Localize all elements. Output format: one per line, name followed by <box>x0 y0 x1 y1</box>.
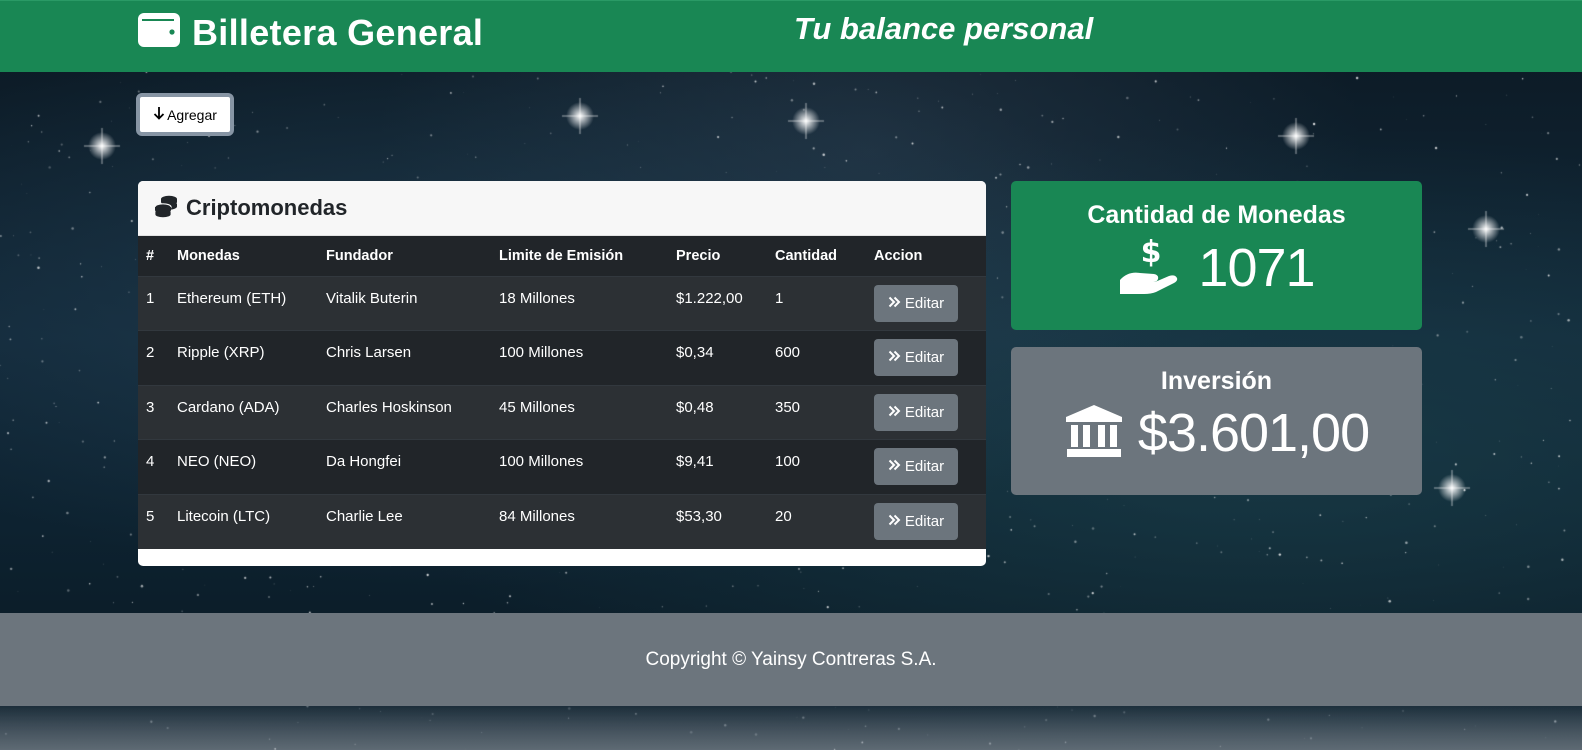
row-founder: Vitalik Buterin <box>326 289 418 307</box>
crypto-table: # Monedas Fundador Limite de Emisión Pre… <box>138 236 986 549</box>
bank-icon <box>1064 403 1124 464</box>
row-founder: Chris Larsen <box>326 344 412 361</box>
table-row: 5 Litecoin (LTC) Charlie Lee 84 Millones $53… <box>138 494 986 549</box>
table-row: 1 Ethereum (ETH) Vitalik Buterin 18 Millone… <box>138 276 986 331</box>
brand-title: Billetera General <box>192 11 484 53</box>
double-chevron-right-icon <box>888 458 901 475</box>
svg-text:$: $ <box>1141 236 1162 270</box>
row-num: 4 <box>146 453 155 470</box>
table-row: 2 Ripple (XRP) Chris Larsen 100 Millones $0,… <box>138 330 986 386</box>
edit-button[interactable]: Editar <box>874 448 958 486</box>
edit-button[interactable]: Editar <box>874 393 958 431</box>
col-header-founder: Fundador <box>326 247 393 264</box>
row-coin: NEO (NEO) <box>177 453 257 470</box>
row-coin: Cardano (ADA) <box>177 398 280 416</box>
row-coin: Litecoin (LTC) <box>177 507 271 525</box>
edit-button[interactable]: Editar <box>874 503 958 540</box>
investment-value: $3.601,00 <box>1137 403 1370 463</box>
add-button-label: Agregar <box>167 106 217 123</box>
coin-count-card: Cantidad de Monedas $ 1071 <box>1011 181 1422 330</box>
coins-icon <box>154 194 178 223</box>
row-coin: Ethereum (ETH) <box>177 289 287 307</box>
hand-holding-dollar-icon: $ <box>1118 235 1184 299</box>
double-chevron-right-icon <box>888 349 901 366</box>
row-price: $0,48 <box>676 398 714 416</box>
edit-button-label: Editar <box>904 294 945 312</box>
edit-button[interactable]: Editar <box>874 284 958 322</box>
table-header-row: # Monedas Fundador Limite de Emisión Pre… <box>138 236 986 276</box>
row-num: 2 <box>146 344 155 361</box>
tagline: Tu balance personal <box>794 11 1094 46</box>
col-header-price: Precio <box>676 247 721 264</box>
row-action: Editar <box>866 440 986 495</box>
row-qty: 600 <box>775 344 801 361</box>
brand[interactable]: Billetera General <box>138 11 483 54</box>
row-limit: 45 Millones <box>499 398 575 416</box>
double-chevron-right-icon <box>888 295 901 312</box>
row-action: Editar <box>866 331 986 386</box>
double-chevron-right-icon <box>888 404 901 421</box>
coin-count-title: Cantidad de Monedas <box>1087 201 1346 229</box>
row-founder: Da Hongfei <box>326 453 402 470</box>
row-founder: Charlie Lee <box>326 507 403 525</box>
row-limit: 84 Millones <box>499 507 575 525</box>
row-qty: 20 <box>775 507 792 525</box>
top-navbar: Billetera General Tu balance personal <box>0 0 1582 72</box>
row-qty: 1 <box>775 289 784 307</box>
edit-button[interactable]: Editar <box>874 339 958 377</box>
investment-title: Inversión <box>1160 367 1273 395</box>
row-founder: Charles Hoskinson <box>326 398 452 416</box>
col-header-coin: Monedas <box>177 247 240 264</box>
row-price: $9,41 <box>676 453 714 470</box>
row-limit: 18 Millones <box>499 289 575 307</box>
col-header-num: # <box>146 247 155 264</box>
row-coin: Ripple (XRP) <box>177 344 265 361</box>
edit-button-label: Editar <box>904 349 945 367</box>
row-limit: 100 Millones <box>499 344 584 361</box>
edit-button-label: Editar <box>904 513 945 530</box>
crypto-card-header: Criptomonedas <box>138 181 986 236</box>
coin-count-value: 1071 <box>1198 237 1315 298</box>
row-num: 1 <box>146 289 155 307</box>
row-num: 5 <box>146 507 155 525</box>
crypto-card: Criptomonedas # Monedas Fundador Limite … <box>138 181 986 566</box>
col-header-action: Accion <box>874 247 923 264</box>
arrow-down-icon <box>153 106 165 123</box>
table-row: 4 NEO (NEO) Da Hongfei 100 Millones $9,41 100… <box>138 439 986 495</box>
col-header-limit: Limite de Emisión <box>499 247 624 264</box>
row-limit: 100 Millones <box>499 453 584 470</box>
row-price: $53,30 <box>676 507 722 525</box>
wallet-icon <box>138 11 180 54</box>
crypto-card-title: Criptomonedas <box>186 195 348 220</box>
footer: Copyright © Yainsy Contreras S.A. <box>0 613 1582 706</box>
row-price: $0,34 <box>676 344 714 361</box>
row-qty: 350 <box>775 398 801 416</box>
add-button[interactable]: Agregar <box>136 93 234 136</box>
edit-button-label: Editar <box>904 458 945 476</box>
double-chevron-right-icon <box>888 513 901 530</box>
col-header-qty: Cantidad <box>775 247 838 264</box>
investment-card: Inversión $3.601,00 <box>1011 347 1422 495</box>
row-price: $1.222,00 <box>676 289 743 307</box>
row-action: Editar <box>866 494 986 549</box>
row-qty: 100 <box>775 453 801 470</box>
edit-button-label: Editar <box>904 403 945 421</box>
row-action: Editar <box>866 276 986 331</box>
footer-copyright: Copyright © Yainsy Contreras S.A. <box>645 648 937 670</box>
row-action: Editar <box>866 385 986 440</box>
table-row: 3 Cardano (ADA) Charles Hoskinson 45 Millon… <box>138 385 986 440</box>
row-num: 3 <box>146 398 155 416</box>
